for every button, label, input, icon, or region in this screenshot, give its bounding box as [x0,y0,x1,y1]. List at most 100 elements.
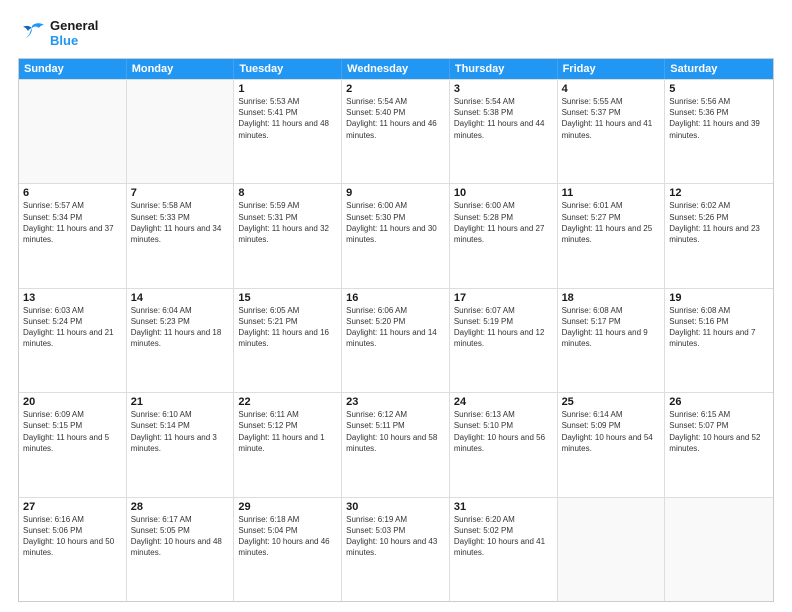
day-number: 11 [562,187,661,199]
day-number: 2 [346,83,445,95]
day-number: 13 [23,292,122,304]
day-info: Sunrise: 6:07 AM Sunset: 5:19 PM Dayligh… [454,305,553,350]
day-info: Sunrise: 6:08 AM Sunset: 5:16 PM Dayligh… [669,305,769,350]
calendar-day-cell: 17Sunrise: 6:07 AM Sunset: 5:19 PM Dayli… [450,289,558,392]
calendar-page: General Blue SundayMondayTuesdayWednesda… [0,0,792,612]
day-info: Sunrise: 6:11 AM Sunset: 5:12 PM Dayligh… [238,409,337,454]
day-number: 18 [562,292,661,304]
day-info: Sunrise: 5:56 AM Sunset: 5:36 PM Dayligh… [669,96,769,141]
day-info: Sunrise: 6:02 AM Sunset: 5:26 PM Dayligh… [669,200,769,245]
calendar-day-cell: 1Sunrise: 5:53 AM Sunset: 5:41 PM Daylig… [234,80,342,183]
calendar-body: 1Sunrise: 5:53 AM Sunset: 5:41 PM Daylig… [19,79,773,601]
day-info: Sunrise: 5:59 AM Sunset: 5:31 PM Dayligh… [238,200,337,245]
calendar-day-cell: 4Sunrise: 5:55 AM Sunset: 5:37 PM Daylig… [558,80,666,183]
weekday-header: Saturday [665,59,773,79]
day-info: Sunrise: 6:04 AM Sunset: 5:23 PM Dayligh… [131,305,230,350]
day-info: Sunrise: 6:03 AM Sunset: 5:24 PM Dayligh… [23,305,122,350]
day-info: Sunrise: 6:08 AM Sunset: 5:17 PM Dayligh… [562,305,661,350]
logo: General Blue [18,18,98,48]
calendar-day-cell: 30Sunrise: 6:19 AM Sunset: 5:03 PM Dayli… [342,498,450,601]
day-info: Sunrise: 6:01 AM Sunset: 5:27 PM Dayligh… [562,200,661,245]
calendar-day-cell [665,498,773,601]
calendar-day-cell: 19Sunrise: 6:08 AM Sunset: 5:16 PM Dayli… [665,289,773,392]
day-number: 4 [562,83,661,95]
calendar-day-cell: 11Sunrise: 6:01 AM Sunset: 5:27 PM Dayli… [558,184,666,287]
calendar-day-cell [127,80,235,183]
day-info: Sunrise: 5:54 AM Sunset: 5:38 PM Dayligh… [454,96,553,141]
day-info: Sunrise: 6:06 AM Sunset: 5:20 PM Dayligh… [346,305,445,350]
weekday-header: Friday [558,59,666,79]
calendar-header: SundayMondayTuesdayWednesdayThursdayFrid… [19,59,773,79]
calendar-week-row: 13Sunrise: 6:03 AM Sunset: 5:24 PM Dayli… [19,288,773,392]
calendar-day-cell: 7Sunrise: 5:58 AM Sunset: 5:33 PM Daylig… [127,184,235,287]
day-info: Sunrise: 6:00 AM Sunset: 5:30 PM Dayligh… [346,200,445,245]
calendar-day-cell: 29Sunrise: 6:18 AM Sunset: 5:04 PM Dayli… [234,498,342,601]
day-number: 7 [131,187,230,199]
day-number: 19 [669,292,769,304]
calendar-day-cell: 24Sunrise: 6:13 AM Sunset: 5:10 PM Dayli… [450,393,558,496]
weekday-header: Thursday [450,59,558,79]
calendar-day-cell: 13Sunrise: 6:03 AM Sunset: 5:24 PM Dayli… [19,289,127,392]
day-number: 30 [346,501,445,513]
calendar-day-cell: 9Sunrise: 6:00 AM Sunset: 5:30 PM Daylig… [342,184,450,287]
weekday-header: Sunday [19,59,127,79]
day-info: Sunrise: 5:55 AM Sunset: 5:37 PM Dayligh… [562,96,661,141]
logo-icon [18,22,46,44]
day-info: Sunrise: 5:54 AM Sunset: 5:40 PM Dayligh… [346,96,445,141]
day-number: 5 [669,83,769,95]
day-number: 28 [131,501,230,513]
calendar-day-cell: 25Sunrise: 6:14 AM Sunset: 5:09 PM Dayli… [558,393,666,496]
calendar-day-cell: 20Sunrise: 6:09 AM Sunset: 5:15 PM Dayli… [19,393,127,496]
calendar-day-cell: 5Sunrise: 5:56 AM Sunset: 5:36 PM Daylig… [665,80,773,183]
day-info: Sunrise: 6:13 AM Sunset: 5:10 PM Dayligh… [454,409,553,454]
weekday-header: Tuesday [234,59,342,79]
day-info: Sunrise: 6:00 AM Sunset: 5:28 PM Dayligh… [454,200,553,245]
calendar-week-row: 6Sunrise: 5:57 AM Sunset: 5:34 PM Daylig… [19,183,773,287]
day-number: 12 [669,187,769,199]
day-number: 1 [238,83,337,95]
day-number: 14 [131,292,230,304]
day-number: 8 [238,187,337,199]
calendar-day-cell: 21Sunrise: 6:10 AM Sunset: 5:14 PM Dayli… [127,393,235,496]
calendar-week-row: 1Sunrise: 5:53 AM Sunset: 5:41 PM Daylig… [19,79,773,183]
day-number: 24 [454,396,553,408]
calendar-day-cell: 31Sunrise: 6:20 AM Sunset: 5:02 PM Dayli… [450,498,558,601]
day-number: 16 [346,292,445,304]
day-number: 17 [454,292,553,304]
calendar-day-cell: 12Sunrise: 6:02 AM Sunset: 5:26 PM Dayli… [665,184,773,287]
day-info: Sunrise: 6:10 AM Sunset: 5:14 PM Dayligh… [131,409,230,454]
calendar-day-cell: 14Sunrise: 6:04 AM Sunset: 5:23 PM Dayli… [127,289,235,392]
calendar-day-cell: 15Sunrise: 6:05 AM Sunset: 5:21 PM Dayli… [234,289,342,392]
day-info: Sunrise: 6:15 AM Sunset: 5:07 PM Dayligh… [669,409,769,454]
day-number: 31 [454,501,553,513]
calendar-day-cell [19,80,127,183]
weekday-header: Wednesday [342,59,450,79]
calendar-day-cell: 22Sunrise: 6:11 AM Sunset: 5:12 PM Dayli… [234,393,342,496]
day-number: 27 [23,501,122,513]
day-number: 10 [454,187,553,199]
header: General Blue [18,18,774,48]
day-info: Sunrise: 6:09 AM Sunset: 5:15 PM Dayligh… [23,409,122,454]
day-info: Sunrise: 5:58 AM Sunset: 5:33 PM Dayligh… [131,200,230,245]
calendar-day-cell: 3Sunrise: 5:54 AM Sunset: 5:38 PM Daylig… [450,80,558,183]
day-number: 6 [23,187,122,199]
day-number: 15 [238,292,337,304]
day-number: 22 [238,396,337,408]
calendar-week-row: 20Sunrise: 6:09 AM Sunset: 5:15 PM Dayli… [19,392,773,496]
calendar-day-cell: 18Sunrise: 6:08 AM Sunset: 5:17 PM Dayli… [558,289,666,392]
calendar-day-cell: 28Sunrise: 6:17 AM Sunset: 5:05 PM Dayli… [127,498,235,601]
calendar-day-cell: 6Sunrise: 5:57 AM Sunset: 5:34 PM Daylig… [19,184,127,287]
day-number: 26 [669,396,769,408]
day-number: 3 [454,83,553,95]
calendar-day-cell: 8Sunrise: 5:59 AM Sunset: 5:31 PM Daylig… [234,184,342,287]
calendar-day-cell [558,498,666,601]
day-info: Sunrise: 5:57 AM Sunset: 5:34 PM Dayligh… [23,200,122,245]
day-info: Sunrise: 6:20 AM Sunset: 5:02 PM Dayligh… [454,514,553,559]
calendar-week-row: 27Sunrise: 6:16 AM Sunset: 5:06 PM Dayli… [19,497,773,601]
calendar-day-cell: 26Sunrise: 6:15 AM Sunset: 5:07 PM Dayli… [665,393,773,496]
day-info: Sunrise: 6:12 AM Sunset: 5:11 PM Dayligh… [346,409,445,454]
day-info: Sunrise: 6:18 AM Sunset: 5:04 PM Dayligh… [238,514,337,559]
day-number: 20 [23,396,122,408]
logo-text: General Blue [50,18,98,48]
day-number: 29 [238,501,337,513]
